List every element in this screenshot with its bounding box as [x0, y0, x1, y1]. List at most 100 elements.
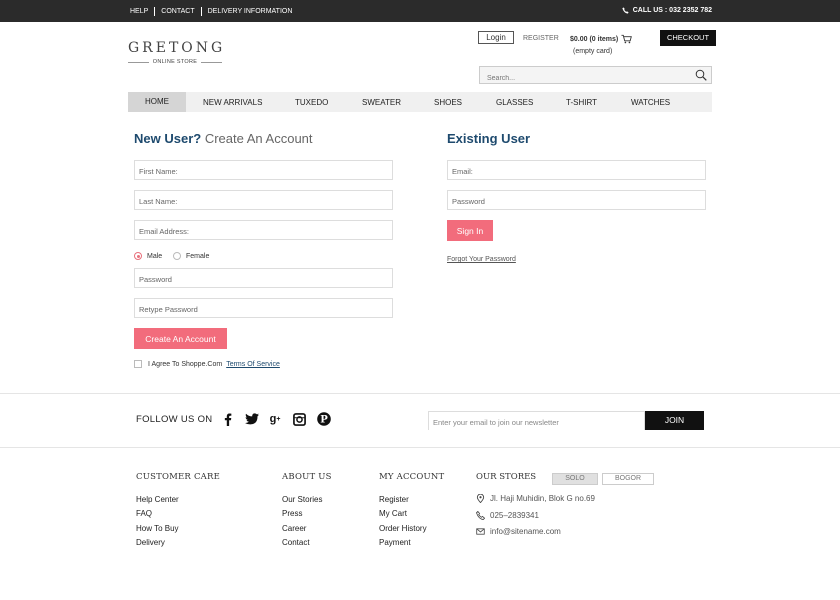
footer-link-faq[interactable]: FAQ — [136, 507, 220, 521]
footer-link-our-stories[interactable]: Our Stories — [282, 493, 332, 507]
forgot-password-link[interactable]: Forgot Your Password — [447, 256, 516, 263]
facebook-icon[interactable] — [221, 412, 235, 426]
radio-selected-icon — [134, 252, 142, 260]
footer-my-account: MY ACCOUNT Register My Cart Order Histor… — [379, 472, 444, 550]
agree-checkbox[interactable] — [134, 360, 142, 368]
search-bar — [479, 66, 712, 87]
search-input[interactable] — [480, 70, 680, 87]
radio-unselected-icon — [173, 252, 181, 260]
footer-heading: MY ACCOUNT — [379, 472, 445, 482]
password-input[interactable] — [135, 270, 392, 289]
register-heading: New User? Create An Account — [134, 131, 313, 146]
agree-text: I Agree To Shoppe.Com — [148, 360, 223, 368]
create-account-button[interactable]: Create An Account — [134, 328, 227, 349]
footer-link-delivery[interactable]: Delivery — [136, 536, 220, 550]
google-plus-icon[interactable]: g + — [268, 412, 282, 426]
footer-heading: CUSTOMER CARE — [136, 472, 220, 482]
gender-female-radio[interactable]: Female — [173, 252, 209, 260]
login-heading: Existing User — [447, 131, 531, 146]
main-nav: HOME NEW ARRIVALS TUXEDO SWEATER SHOES G… — [128, 92, 712, 112]
first-name-field — [134, 160, 393, 181]
call-us: CALL US : 032 2352 782 — [622, 7, 712, 14]
footer-link-how-to-buy[interactable]: How To Buy — [136, 522, 220, 536]
last-name-field — [134, 190, 393, 211]
footer-heading: ABOUT US — [282, 472, 332, 482]
checkout-button[interactable]: CHECKOUT — [660, 30, 716, 46]
top-links: HELP CONTACT DELIVERY INFORMATION — [130, 7, 298, 16]
our-stores-heading: OUR STORES — [476, 472, 537, 482]
top-bar: HELP CONTACT DELIVERY INFORMATION CALL U… — [0, 0, 840, 22]
login-password-field — [447, 190, 706, 211]
gender-male-radio[interactable]: Male — [134, 252, 162, 260]
footer-link-contact[interactable]: Contact — [282, 536, 332, 550]
nav-item-shoes[interactable]: SHOES — [434, 98, 462, 107]
store-phone-text: 025–2839341 — [490, 511, 539, 520]
store-address-text: Jl. Haji Muhidin, Blok G no.69 — [490, 494, 595, 503]
login-password-input[interactable] — [448, 192, 705, 211]
twitter-icon[interactable] — [245, 412, 259, 426]
cart-total: $0.00 (0 items) — [570, 35, 619, 43]
newsletter-field — [428, 411, 645, 431]
register-link[interactable]: REGISTER — [523, 35, 559, 42]
footer-link-order-history[interactable]: Order History — [379, 522, 444, 536]
footer-customer-care: CUSTOMER CARE Help Center FAQ How To Buy… — [136, 472, 220, 550]
gender-female-label: Female — [186, 252, 210, 260]
agree-terms: I Agree To Shoppe.Com Terms Of Service — [134, 360, 280, 368]
retype-password-field — [134, 298, 393, 319]
nav-item-glasses[interactable]: GLASSES — [496, 98, 533, 107]
search-icon[interactable] — [695, 69, 707, 81]
top-link-delivery-information[interactable]: DELIVERY INFORMATION — [200, 7, 299, 16]
divider — [0, 393, 840, 394]
login-button[interactable]: Login — [478, 31, 514, 44]
nav-item-watches[interactable]: WATCHES — [631, 98, 670, 107]
call-us-text: CALL US : 032 2352 782 — [632, 7, 712, 14]
gender-male-label: Male — [147, 252, 163, 260]
first-name-input[interactable] — [135, 162, 392, 181]
site-logo[interactable]: GRETONG ONLINE STORE — [128, 40, 222, 65]
sign-in-button[interactable]: Sign In — [447, 220, 493, 241]
last-name-input[interactable] — [135, 192, 392, 211]
footer-link-my-cart[interactable]: My Cart — [379, 507, 444, 521]
join-button[interactable]: JOIN — [645, 411, 704, 430]
nav-item-tuxedo[interactable]: TUXEDO — [295, 98, 328, 107]
retype-password-input[interactable] — [135, 300, 392, 319]
footer-link-register[interactable]: Register — [379, 493, 444, 507]
email-address-field — [134, 220, 393, 241]
footer-link-payment[interactable]: Payment — [379, 536, 444, 550]
footer-about-us: ABOUT US Our Stories Press Career Contac… — [282, 472, 332, 550]
divider — [0, 447, 840, 448]
email-address-input[interactable] — [135, 222, 392, 241]
store-email[interactable]: info@sitename.com — [476, 527, 561, 536]
store-tab-bogor[interactable]: BOGOR — [602, 473, 654, 485]
cart-icon — [621, 34, 633, 44]
footer-link-help-center[interactable]: Help Center — [136, 493, 220, 507]
nav-item-t-shirt[interactable]: T-SHIRT — [566, 98, 597, 107]
terms-of-service-link[interactable]: Terms Of Service — [226, 361, 280, 368]
newsletter-email-input[interactable] — [429, 414, 644, 431]
password-field — [134, 268, 393, 289]
cart-empty-text: (empty card) — [573, 48, 613, 55]
store-phone: 025–2839341 — [476, 511, 539, 520]
svg-text:P: P — [320, 415, 328, 426]
store-email-text: info@sitename.com — [490, 527, 561, 536]
nav-item-sweater[interactable]: SWEATER — [362, 98, 401, 107]
pinterest-icon[interactable]: P — [317, 412, 331, 426]
footer-link-press[interactable]: Press — [282, 507, 332, 521]
nav-item-new-arrivals[interactable]: NEW ARRIVALS — [203, 98, 262, 107]
login-email-input[interactable] — [448, 162, 705, 181]
top-link-contact[interactable]: CONTACT — [154, 7, 200, 16]
logo-subtitle: ONLINE STORE — [128, 59, 222, 65]
register-heading-bold: New User? — [134, 131, 202, 146]
map-pin-icon — [476, 494, 485, 503]
register-heading-light: Create An Account — [204, 131, 313, 146]
store-tab-solo[interactable]: SOLO — [552, 473, 598, 485]
nav-item-home[interactable]: HOME — [128, 92, 186, 112]
store-address: Jl. Haji Muhidin, Blok G no.69 — [476, 494, 595, 503]
footer-link-career[interactable]: Career — [282, 522, 332, 536]
logo-name: GRETONG — [128, 40, 226, 56]
phone-icon — [622, 7, 629, 14]
top-link-help[interactable]: HELP — [130, 7, 154, 16]
instagram-icon[interactable] — [292, 412, 306, 426]
mail-icon — [476, 528, 485, 535]
cart-summary[interactable]: $0.00 (0 items) — [570, 34, 633, 44]
